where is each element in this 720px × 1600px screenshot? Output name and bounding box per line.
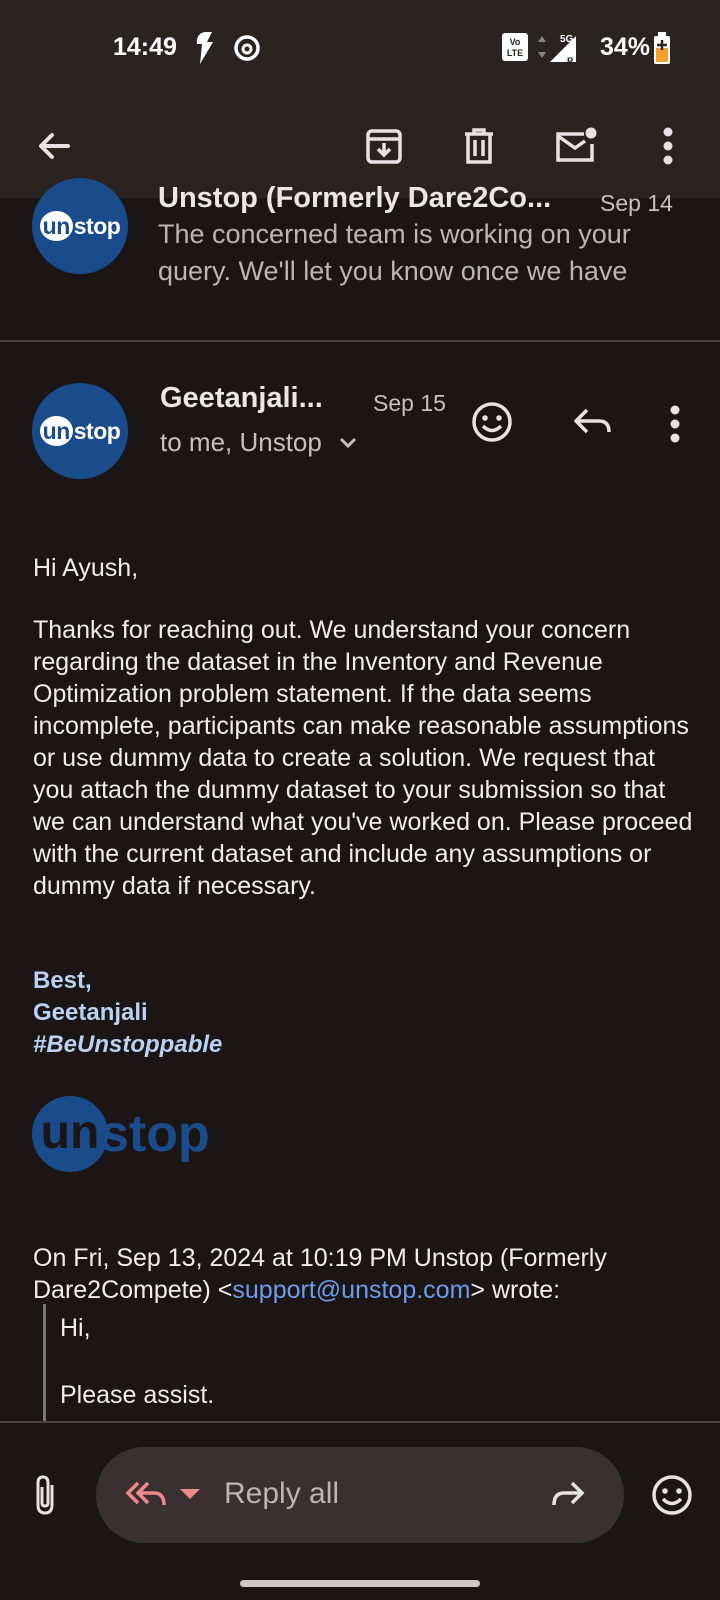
message-date: Sep 14 [600, 190, 673, 216]
avatar: un stop [32, 178, 128, 274]
reply-all-pill[interactable]: Reply all [96, 1447, 624, 1543]
back-button[interactable] [22, 114, 86, 178]
paperclip-icon [36, 1475, 54, 1515]
status-bar: 14:49 Vo LTE 5G R 34% [0, 0, 720, 96]
battery-percent: 34% [600, 33, 651, 61]
mail-unread-icon [556, 127, 597, 162]
avatar[interactable]: un stop [32, 383, 128, 479]
signature-line: Best, [33, 967, 92, 994]
snippet-line: The concerned team is working on your [158, 219, 631, 249]
quote-header: On Fri, Sep 13, 2024 at 10:19 PM Unstop … [33, 1244, 607, 1304]
reply-all-icon [125, 1481, 166, 1506]
quote-line: Hi, [60, 1314, 91, 1342]
svg-text:R: R [567, 56, 574, 66]
reply-button[interactable] [571, 402, 615, 447]
signature-line: Geetanjali [33, 999, 148, 1026]
greeting: Hi Ayush, [33, 554, 139, 582]
message-date: Sep 15 [373, 390, 446, 416]
notification-icon [196, 32, 213, 64]
recipients-text: to me, Unstop [160, 427, 322, 457]
signal-icon: 5G R [538, 34, 576, 66]
network-type: 5G [560, 34, 574, 45]
reply-bar: Reply all [0, 1423, 720, 1600]
collapsed-message[interactable]: un stop Unstop (Formerly Dare2Co... Sep 1… [0, 178, 720, 340]
gesture-nav-handle[interactable] [240, 1580, 480, 1587]
svg-text:LTE: LTE [507, 48, 523, 58]
caret-down-icon[interactable] [180, 1489, 200, 1501]
volte-icon: Vo LTE [502, 33, 528, 61]
emoji-icon [472, 402, 512, 442]
more-options-button[interactable] [636, 114, 700, 178]
archive-icon [366, 129, 402, 164]
emoji-button[interactable] [650, 1473, 694, 1522]
sender-name: Unstop (Formerly Dare2Co... [158, 182, 552, 214]
threads-icon [234, 35, 260, 61]
snippet-line: query. We'll let you know once we have [158, 256, 628, 286]
signature-hashtag: #BeUnstoppable [33, 1031, 223, 1058]
emoji-icon [652, 1475, 692, 1515]
archive-button[interactable] [352, 114, 416, 178]
quote-line: Please assist. [60, 1381, 215, 1409]
recipients-toggle[interactable]: to me, Unstop [160, 427, 359, 458]
more-vert-icon [663, 127, 673, 165]
forward-icon[interactable] [548, 1477, 588, 1513]
svg-text:Vo: Vo [510, 37, 521, 47]
chevron-down-icon [340, 437, 357, 449]
message-body: Thanks for reaching out. We understand y… [33, 616, 693, 900]
trash-icon [465, 128, 493, 164]
reply-icon [574, 408, 611, 434]
message-more-button[interactable] [669, 404, 681, 449]
divider [0, 340, 720, 342]
attach-button[interactable] [30, 1473, 60, 1522]
reply-all-label: Reply all [224, 1477, 340, 1510]
email-link[interactable]: support@unstop.com [232, 1276, 470, 1304]
battery-icon [654, 32, 670, 64]
sender-name[interactable]: Geetanjali... [160, 382, 323, 415]
arrow-left-icon [39, 133, 70, 159]
status-time: 14:49 [113, 33, 177, 61]
react-emoji-button[interactable] [470, 400, 514, 449]
quote-bar [43, 1304, 46, 1424]
unstop-logo: un stop [32, 1094, 210, 1174]
delete-button[interactable] [447, 114, 511, 178]
mark-unread-button[interactable] [544, 114, 608, 178]
more-vert-icon [670, 405, 680, 443]
